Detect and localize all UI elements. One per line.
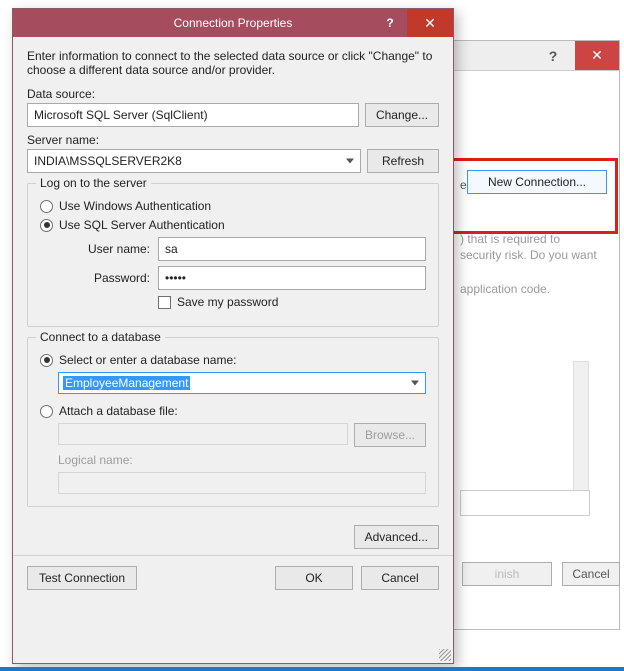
refresh-button[interactable]: Refresh (367, 149, 439, 173)
radio-icon (40, 354, 53, 367)
intro-text: Enter information to connect to the sele… (27, 49, 439, 77)
radio-icon (40, 219, 53, 232)
logical-name-label: Logical name: (58, 453, 133, 467)
sql-auth-label: Use SQL Server Authentication (59, 218, 225, 232)
cancel-button[interactable]: Cancel (361, 566, 439, 590)
close-icon[interactable]: ✕ (575, 41, 619, 70)
bg-text-line1: ) that is required to (460, 232, 560, 246)
radio-icon (40, 405, 53, 418)
password-field[interactable] (158, 266, 426, 290)
save-password-checkbox[interactable] (158, 296, 171, 309)
change-button[interactable]: Change... (365, 103, 439, 127)
dialog-titlebar: Connection Properties ? ✕ (13, 9, 453, 37)
server-name-combo[interactable]: INDIA\MSSQLSERVER2K8 (27, 149, 361, 173)
bg-cancel-button[interactable]: Cancel (562, 562, 620, 586)
database-name-value: EmployeeManagement (63, 376, 190, 390)
bg-textbox[interactable] (460, 490, 590, 516)
data-source-label: Data source: (27, 87, 439, 101)
bottom-stripe (0, 667, 624, 671)
username-label: User name: (58, 242, 158, 256)
sql-auth-radio-row[interactable]: Use SQL Server Authentication (40, 218, 426, 232)
select-db-radio-row[interactable]: Select or enter a database name: (40, 353, 426, 367)
advanced-button[interactable]: Advanced... (354, 525, 439, 549)
bg-text-line2: security risk. Do you want (460, 248, 597, 262)
finish-button: inish (462, 562, 552, 586)
windows-auth-radio-row[interactable]: Use Windows Authentication (40, 199, 426, 213)
browse-button: Browse... (354, 423, 426, 447)
database-group-title: Connect to a database (36, 330, 165, 344)
database-name-combo[interactable]: EmployeeManagement (58, 372, 426, 394)
help-icon[interactable]: ? (373, 9, 407, 37)
connection-properties-dialog: Connection Properties ? ✕ Enter informat… (12, 8, 454, 664)
select-db-label: Select or enter a database name: (59, 353, 236, 367)
bg-text-line3: application code. (460, 282, 550, 296)
username-field[interactable] (158, 237, 426, 261)
test-connection-button[interactable]: Test Connection (27, 566, 137, 590)
logical-name-field (58, 472, 426, 494)
resize-grip-icon[interactable] (439, 649, 451, 661)
scrollbar[interactable] (573, 361, 589, 491)
ok-button[interactable]: OK (275, 566, 353, 590)
attach-db-label: Attach a database file: (59, 404, 178, 418)
save-password-label: Save my password (177, 295, 278, 309)
radio-icon (40, 200, 53, 213)
close-icon[interactable]: ✕ (407, 9, 453, 37)
windows-auth-label: Use Windows Authentication (59, 199, 211, 213)
data-source-field (27, 103, 359, 127)
database-group: Connect to a database Select or enter a … (27, 337, 439, 507)
server-name-value: INDIA\MSSQLSERVER2K8 (34, 154, 182, 168)
logon-group: Log on to the server Use Windows Authent… (27, 183, 439, 327)
server-name-label: Server name: (27, 133, 439, 147)
new-connection-button[interactable]: New Connection... (467, 170, 607, 194)
logon-group-title: Log on to the server (36, 176, 151, 190)
help-icon[interactable]: ? (531, 41, 575, 70)
password-label: Password: (58, 271, 158, 285)
attach-db-radio-row[interactable]: Attach a database file: (40, 404, 426, 418)
attach-file-field (58, 423, 348, 445)
